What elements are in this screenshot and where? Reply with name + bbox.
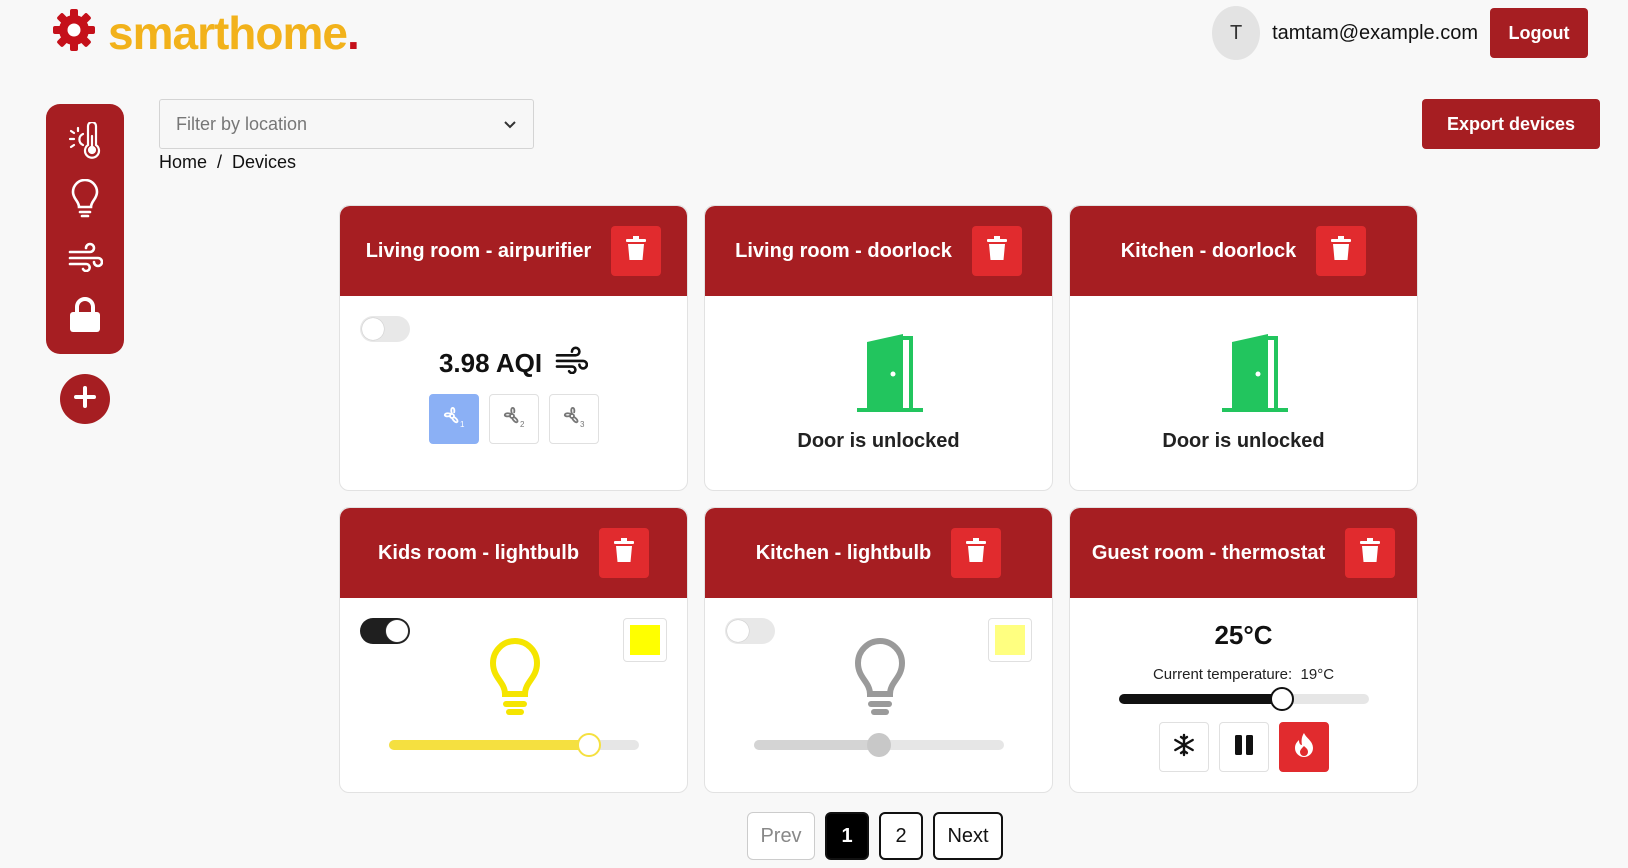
logout-button[interactable]: Logout [1490,8,1588,58]
device-card-airpurifier: Living room - airpurifier 3.98 AQI 1 2 3 [339,205,688,491]
power-toggle[interactable] [360,316,410,342]
card-header: Living room - doorlock [705,206,1052,296]
delete-button[interactable] [599,528,650,578]
breadcrumb: Home / Devices [159,152,296,173]
breadcrumb-home[interactable]: Home [159,152,207,173]
device-title: Kids room - lightbulb [377,541,580,564]
flame-icon [1294,732,1314,763]
thermostat-icon[interactable] [64,120,106,162]
lock-status: Door is unlocked [797,430,960,452]
brand-logo[interactable]: smarthome. [52,6,360,59]
mode-group [1159,722,1329,772]
brightness-slider[interactable] [389,733,639,757]
device-title: Living room - airpurifier [365,239,592,262]
export-devices-button[interactable]: Export devices [1422,99,1600,149]
fan-icon: 2 [501,404,527,435]
trash-icon [626,236,647,266]
door-open-icon[interactable] [855,332,925,419]
device-card-doorlock-living-room: Living room - doorlock Door is unlocked [704,205,1053,491]
plus-icon [73,385,97,414]
device-title: Kitchen - lightbulb [755,541,932,564]
card-header: Guest room - thermostat [1070,508,1417,598]
breadcrumb-devices: Devices [232,152,297,172]
next-page-button[interactable]: Next [933,812,1003,860]
snowflake-icon [1172,733,1196,762]
device-title: Living room - doorlock [735,239,952,262]
prev-page-button[interactable]: Prev [747,812,815,860]
power-toggle[interactable] [360,618,410,644]
delete-button[interactable] [951,528,1002,578]
lock-icon[interactable] [64,294,106,336]
fan-icon: 1 [441,404,467,435]
current-temperature: Current temperature: 19°C [1152,666,1335,683]
device-card-lightbulb-kids-room: Kids room - lightbulb [339,507,688,793]
pause-icon [1233,734,1255,761]
svg-text:1: 1 [460,420,465,429]
power-toggle[interactable] [725,618,775,644]
trash-icon [986,236,1007,266]
brand-name: smarthome. [108,6,360,59]
card-header: Living room - airpurifier [340,206,687,296]
trash-icon [1360,538,1381,568]
svg-text:3: 3 [580,420,585,429]
door-open-icon[interactable] [1220,332,1290,419]
device-card-doorlock-kitchen: Kitchen - doorlock Door is unlocked [1069,205,1418,491]
heat-mode-button[interactable] [1279,722,1329,772]
cool-mode-button[interactable] [1159,722,1209,772]
chevron-down-icon [503,114,517,135]
delete-button[interactable] [971,226,1022,276]
target-temperature: 25°C [1214,620,1273,650]
aqi-value: 3.98 AQI [438,348,543,378]
brightness-slider[interactable] [754,733,1004,757]
delete-button[interactable] [1345,528,1396,578]
add-device-button[interactable] [60,374,110,424]
user-email: tamtam@example.com [1272,21,1478,44]
trash-icon [1331,236,1352,266]
delete-button[interactable] [1316,226,1367,276]
fan-speed-group: 1 2 3 [429,394,599,444]
fan-speed-3-button[interactable]: 3 [549,394,599,444]
color-picker[interactable] [988,618,1032,662]
aqi-readout: 3.98 AQI [340,346,687,381]
lock-status: Door is unlocked [1162,430,1325,452]
card-header: Kitchen - doorlock [1070,206,1417,296]
pause-mode-button[interactable] [1219,722,1269,772]
avatar[interactable]: T [1212,6,1261,60]
fan-speed-1-button[interactable]: 1 [429,394,479,444]
gear-icon [52,8,96,57]
user-menu: T tamtam@example.com Logout [1212,6,1588,60]
page-2-button[interactable]: 2 [879,812,923,860]
temperature-slider[interactable] [1119,687,1369,711]
device-title: Kitchen - doorlock [1120,239,1297,262]
card-header: Kitchen - lightbulb [705,508,1052,598]
card-header: Kids room - lightbulb [340,508,687,598]
color-picker[interactable] [623,618,667,662]
svg-text:2: 2 [520,420,525,429]
pagination: Prev 1 2 Next [747,812,1003,860]
delete-button[interactable] [611,226,662,276]
device-card-thermostat-guest-room: Guest room - thermostat 25°C Current tem… [1069,507,1418,793]
fan-speed-2-button[interactable]: 2 [489,394,539,444]
trash-icon [614,538,635,568]
wind-icon[interactable] [64,236,106,278]
lightbulb-icon [488,638,542,721]
device-title: Guest room - thermostat [1091,541,1326,564]
trash-icon [966,538,987,568]
wind-icon [554,346,589,381]
location-filter[interactable]: Filter by location [159,99,534,149]
fan-icon: 3 [561,404,587,435]
filter-placeholder: Filter by location [176,113,308,134]
device-card-lightbulb-kitchen: Kitchen - lightbulb [704,507,1053,793]
lightbulb-icon[interactable] [64,178,106,220]
sidebar [46,104,124,354]
page-1-button[interactable]: 1 [825,812,869,860]
lightbulb-icon [853,638,907,721]
breadcrumb-separator: / [217,152,223,172]
